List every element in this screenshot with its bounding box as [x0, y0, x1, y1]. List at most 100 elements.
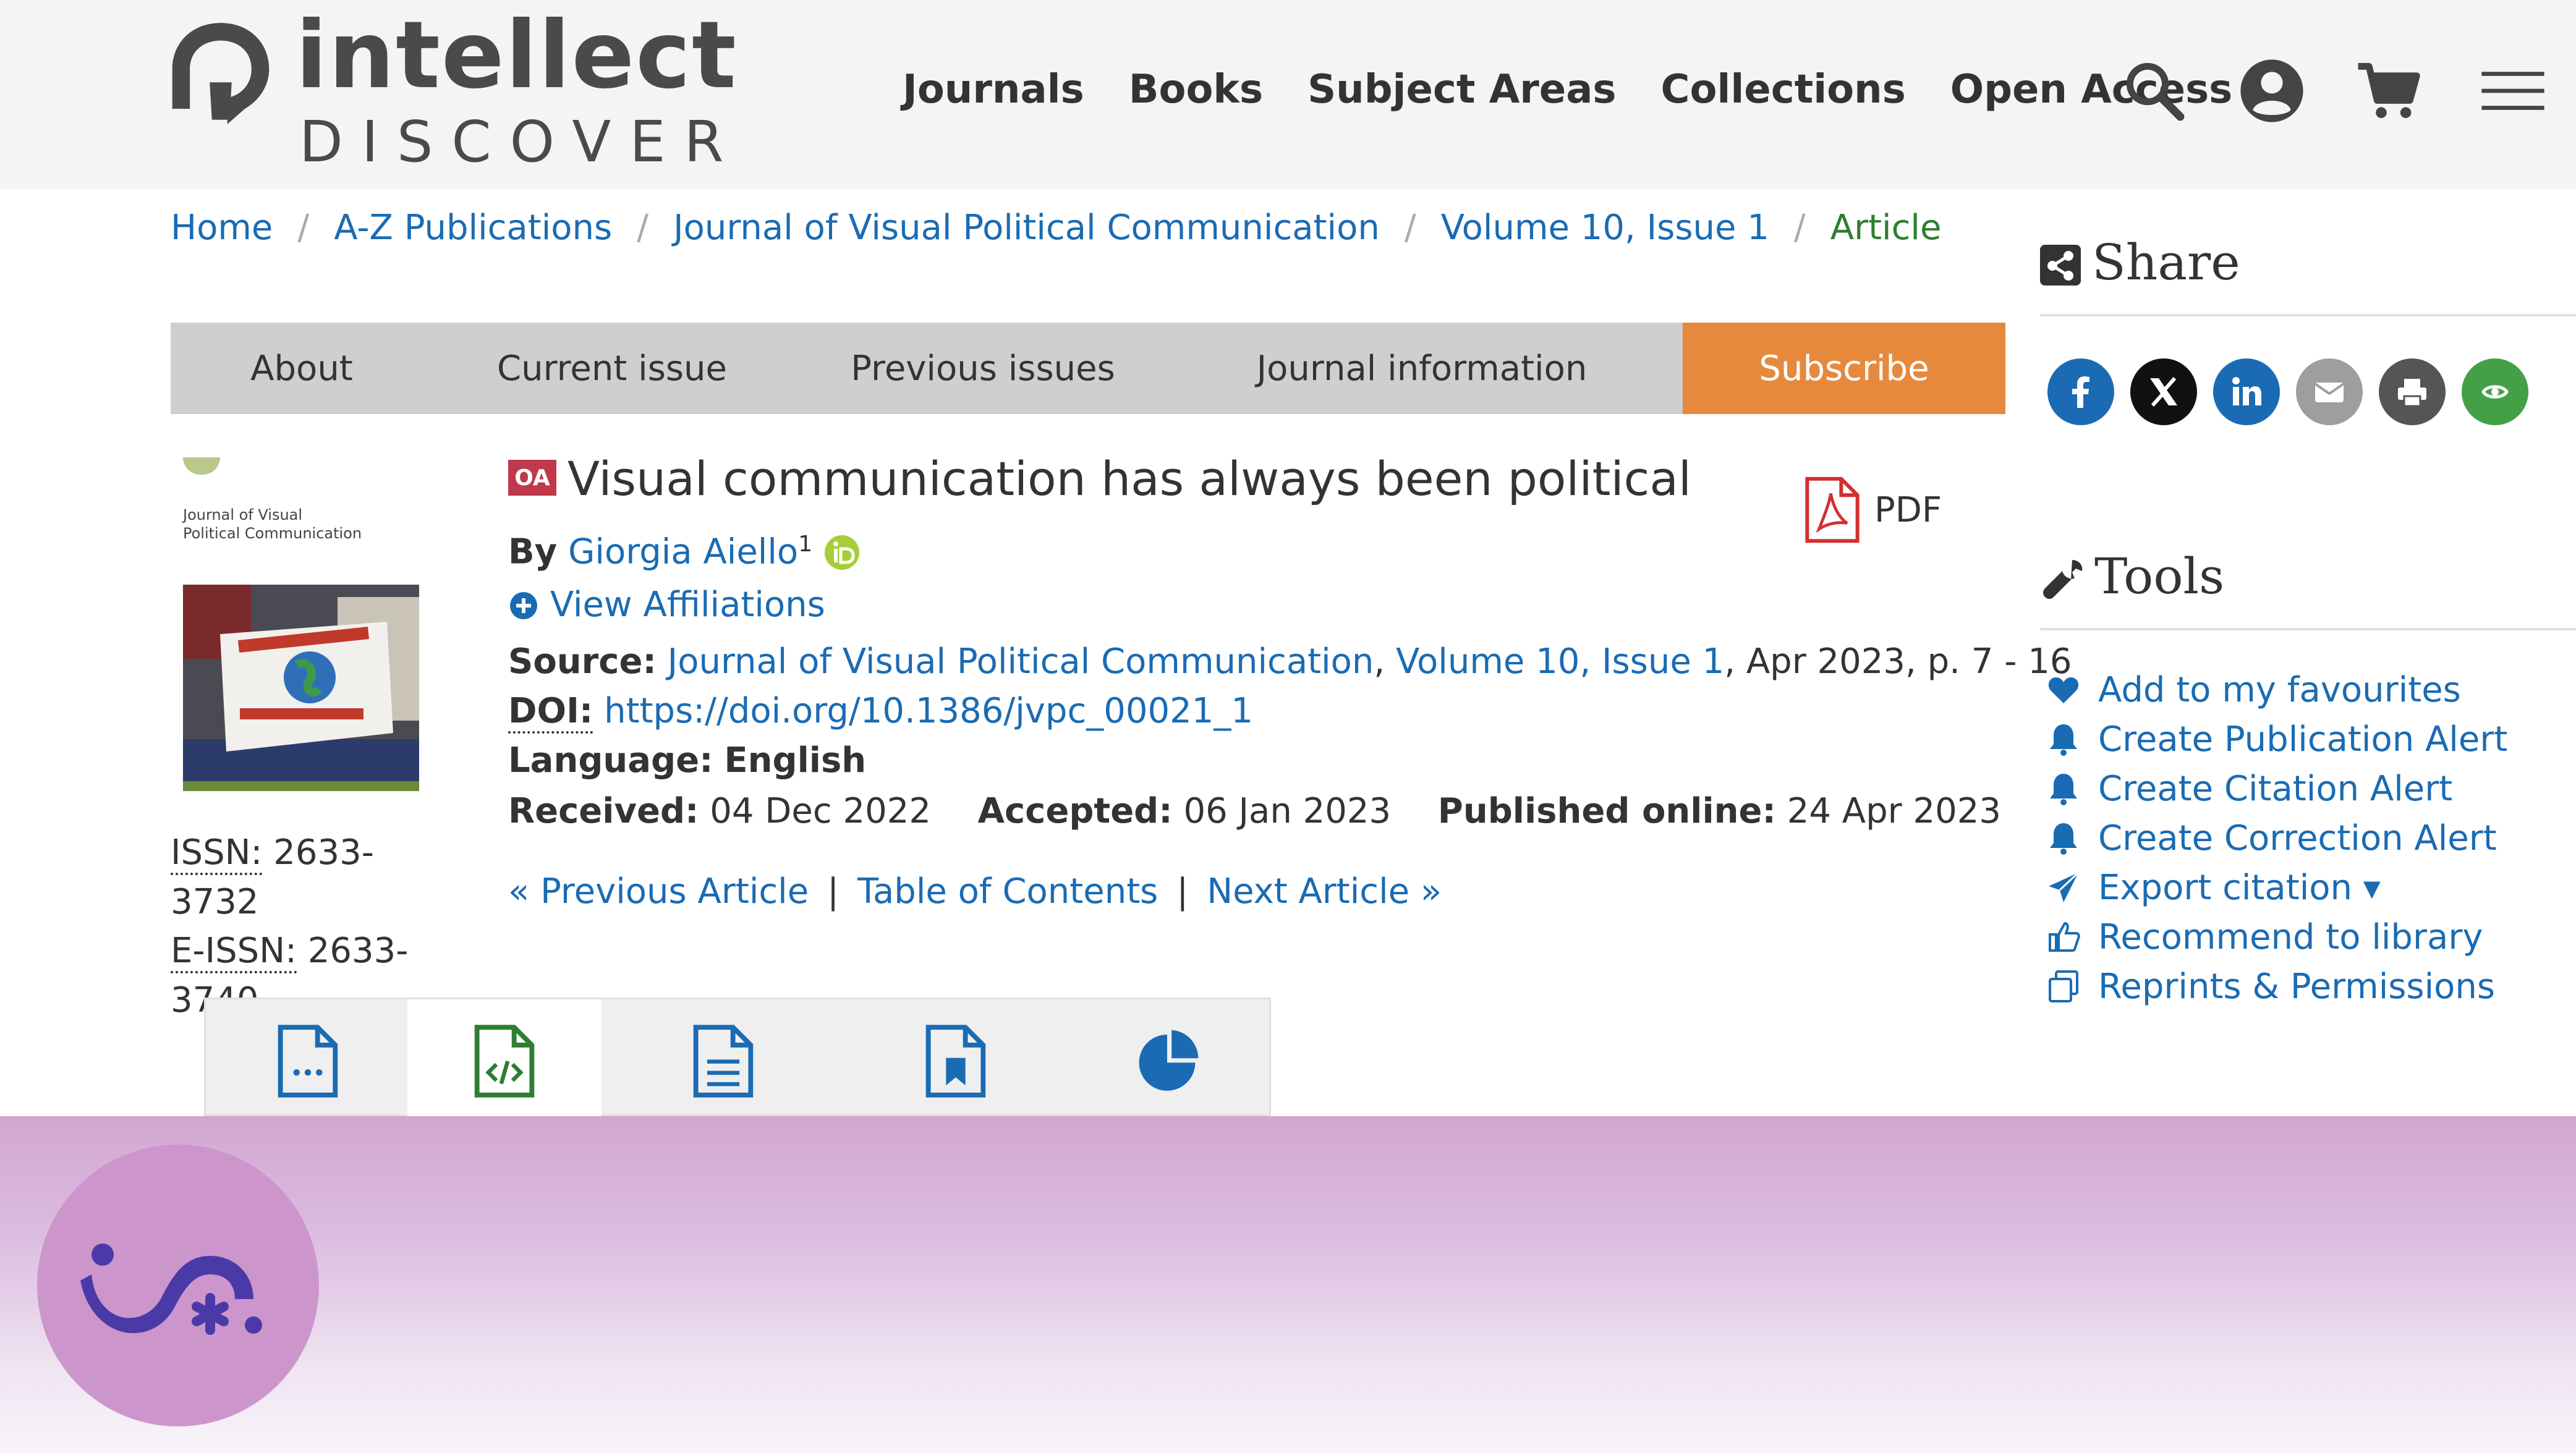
intellect-logo-icon[interactable] — [166, 19, 276, 129]
more-share-button[interactable] — [2462, 358, 2528, 425]
subscribe-button[interactable]: Subscribe — [1683, 323, 2005, 414]
tools-title: Tools — [2094, 548, 2225, 605]
breadcrumb-home[interactable]: Home — [171, 208, 273, 248]
tab-journal-information[interactable]: Journal information — [1175, 323, 1669, 414]
bookmark-document-tab-icon[interactable] — [922, 1024, 990, 1098]
breadcrumb-journal[interactable]: Journal of Visual Political Communicatio… — [673, 208, 1380, 248]
create-citation-alert[interactable]: Create Citation Alert — [2044, 764, 2507, 813]
print-button[interactable] — [2379, 358, 2446, 425]
eissn-label: E-ISSN: — [171, 931, 297, 974]
accepted-label: Accepted: — [977, 791, 1173, 831]
cover-title-line: Political Communication — [183, 525, 362, 542]
content-tabs — [204, 998, 1271, 1118]
pdf-download[interactable]: PDF — [1803, 476, 1942, 544]
cover-title-line: Journal of Visual — [183, 506, 303, 523]
language-value: English — [724, 740, 867, 781]
recommend-to-library[interactable]: Recommend to library — [2044, 912, 2507, 962]
issn-block: ISSN: 2633-3732 E-ISSN: 2633-3740 — [171, 828, 455, 1025]
next-article-link[interactable]: Next Article » — [1207, 871, 1442, 912]
export-citation-dropdown[interactable]: Export citation ▾ — [2044, 863, 2507, 912]
abstract-tab-icon[interactable] — [274, 1024, 342, 1098]
journal-cover[interactable]: Journal of Visual Political Communicatio… — [181, 457, 422, 791]
breadcrumb-az[interactable]: A-Z Publications — [334, 208, 612, 248]
view-affiliations-label[interactable]: View Affiliations — [550, 585, 825, 625]
author-link[interactable]: Giorgia Aiello — [568, 532, 798, 572]
tab-current-issue[interactable]: Current issue — [433, 323, 791, 414]
paper-plane-icon — [2049, 871, 2080, 902]
breadcrumb-issue[interactable]: Volume 10, Issue 1 — [1441, 208, 1769, 248]
pdf-label: PDF — [1874, 489, 1942, 530]
search-icon[interactable] — [2120, 57, 2188, 125]
account-icon[interactable] — [2238, 57, 2306, 125]
tool-label[interactable]: Add to my favourites — [2098, 670, 2461, 710]
language-label: Language: — [508, 740, 713, 781]
tool-label[interactable]: Create Publication Alert — [2098, 719, 2507, 760]
print-icon — [2398, 379, 2426, 407]
add-to-favourites[interactable]: Add to my favourites — [2044, 665, 2507, 714]
author-line: By Giorgia Aiello1 — [508, 532, 861, 572]
share-icon — [2040, 245, 2081, 286]
author-superscript: 1 — [798, 532, 813, 557]
nav-open-access[interactable]: Open Access — [1950, 67, 2232, 112]
fulltext-html-tab-icon[interactable] — [470, 1024, 538, 1098]
nav-journals[interactable]: Journals — [903, 67, 1084, 112]
tools-list: Add to my favourites Create Publication … — [2044, 665, 2507, 1011]
received-label: Received: — [508, 791, 699, 831]
nav-books[interactable]: Books — [1129, 67, 1263, 112]
published-value: 24 Apr 2023 — [1787, 791, 2001, 831]
journal-tab-bar: About Current issue Previous issues Jour… — [171, 323, 2005, 414]
table-of-contents-link[interactable]: Table of Contents — [857, 871, 1158, 912]
nav-collections[interactable]: Collections — [1660, 67, 1905, 112]
view-affiliations[interactable]: View Affiliations — [508, 585, 825, 625]
create-publication-alert[interactable]: Create Publication Alert — [2044, 714, 2507, 764]
metrics-pie-chart-icon[interactable] — [1133, 1024, 1201, 1098]
logo-wordmark[interactable]: intellect — [295, 0, 738, 111]
doi-link[interactable]: https://doi.org/10.1386/jvpc_00021_1 — [604, 691, 1253, 731]
breadcrumb-separator: / — [1404, 208, 1416, 248]
source-journal-link[interactable]: Journal of Visual Political Communicatio… — [668, 642, 1374, 682]
tab-about[interactable]: About — [171, 323, 433, 414]
source-comma: , — [1374, 642, 1385, 682]
cover-emblem — [183, 457, 220, 475]
doi-line: DOI: https://doi.org/10.1386/jvpc_00021_… — [508, 691, 1253, 734]
reprints-permissions[interactable]: Reprints & Permissions — [2044, 962, 2507, 1011]
menu-icon[interactable] — [2479, 57, 2547, 125]
email-icon — [2314, 383, 2345, 402]
heart-icon — [2048, 677, 2079, 703]
linkedin-share-button[interactable] — [2213, 358, 2280, 425]
article-title: Visual communication has always been pol… — [567, 451, 1692, 506]
assistant-logo-icon — [80, 1243, 262, 1335]
tools-divider — [2040, 628, 2576, 630]
cover-title: Journal of Visual Political Communicatio… — [183, 506, 362, 543]
pdf-icon — [1805, 477, 1860, 543]
references-tab-icon[interactable] — [689, 1024, 757, 1098]
orcid-icon[interactable] — [823, 534, 861, 571]
doi-label: DOI: — [508, 691, 593, 734]
tool-label[interactable]: Recommend to library — [2098, 917, 2483, 957]
tab-previous-issues[interactable]: Previous issues — [791, 323, 1175, 414]
email-share-button[interactable] — [2296, 358, 2363, 425]
site-header: intellect DISCOVER Journals Books Subjec… — [0, 0, 2576, 189]
create-correction-alert[interactable]: Create Correction Alert — [2044, 813, 2507, 863]
previous-article-link[interactable]: « Previous Article — [508, 871, 809, 912]
breadcrumb-separator: / — [637, 208, 649, 248]
facebook-icon — [2072, 376, 2089, 408]
x-share-button[interactable] — [2130, 358, 2197, 425]
tool-label[interactable]: Reprints & Permissions — [2098, 967, 2495, 1007]
nav-subject-areas[interactable]: Subject Areas — [1307, 67, 1616, 112]
accepted-value: 06 Jan 2023 — [1183, 791, 1392, 831]
facebook-share-button[interactable] — [2047, 358, 2114, 425]
tool-label[interactable]: Export citation ▾ — [2098, 868, 2381, 908]
main-nav: Journals Books Subject Areas Collections… — [903, 67, 2232, 112]
breadcrumb: Home / A-Z Publications / Journal of Vis… — [171, 208, 1941, 248]
by-label: By — [508, 532, 558, 572]
cart-icon[interactable] — [2354, 57, 2422, 125]
assistant-badge[interactable] — [37, 1145, 319, 1426]
received-value: 04 Dec 2022 — [710, 791, 931, 831]
thumbs-up-icon — [2049, 921, 2080, 952]
tool-label[interactable]: Create Correction Alert — [2098, 818, 2497, 858]
tool-label[interactable]: Create Citation Alert — [2098, 769, 2452, 809]
logo-subtitle: DISCOVER — [299, 109, 742, 175]
source-issue-link[interactable]: Volume 10, Issue 1 — [1396, 642, 1724, 682]
breadcrumb-separator: / — [1793, 208, 1806, 248]
